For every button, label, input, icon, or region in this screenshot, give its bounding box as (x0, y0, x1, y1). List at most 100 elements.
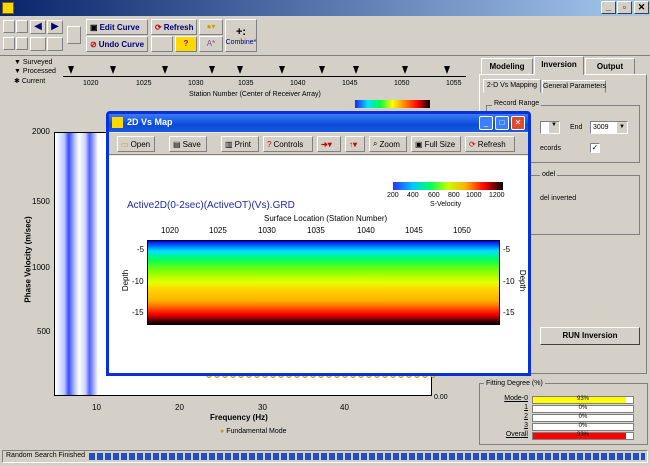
progress-segment (145, 453, 151, 460)
progress-segment (193, 453, 199, 460)
subtab-general-parameters[interactable]: General Parameters (542, 80, 606, 93)
progress-segment (401, 453, 407, 460)
station-marker (402, 66, 408, 74)
dialog-controls-button[interactable]: ? Controls (263, 136, 313, 152)
station-marker (353, 66, 359, 74)
run-inversion-button[interactable]: RUN Inversion (540, 327, 640, 345)
dialog-title: 2D Vs Map (127, 117, 173, 127)
progress-segment (545, 453, 551, 460)
progress-segment (121, 453, 127, 460)
bulb-button[interactable]: ●▾ (199, 19, 223, 35)
dialog-open-button[interactable]: ▭ Open (117, 136, 155, 152)
progress-segment (433, 453, 439, 460)
progress-segment (185, 453, 191, 460)
station-marker (237, 66, 243, 74)
main-ytick-1500: 1500 (32, 197, 50, 206)
progress-segment (337, 453, 343, 460)
progress-segment (361, 453, 367, 460)
undo-curve-label: Undo Curve (98, 39, 145, 49)
progress-segment (369, 453, 375, 460)
fitting-degree-title: Fitting Degree (%) (484, 380, 545, 387)
close-button[interactable]: ✕ (634, 1, 649, 14)
station-marker (68, 66, 74, 74)
dialog-maximize-button[interactable]: □ (495, 116, 509, 130)
edit-curve-button[interactable]: ▣ Edit Curve (86, 19, 148, 35)
progress-segment (465, 453, 471, 460)
station-marker (279, 66, 285, 74)
station-tick-1030: 1030 (188, 80, 204, 87)
tab-inversion[interactable]: Inversion (534, 56, 584, 75)
progress-segment (201, 453, 207, 460)
progress-segment (273, 453, 279, 460)
progress-segment (161, 453, 167, 460)
dialog-arrow-right-button[interactable]: ➜▾ (317, 136, 341, 152)
undo-curve-button[interactable]: ⊘ Undo Curve (86, 36, 148, 52)
progress-segment (505, 453, 511, 460)
vs-ytick-left-5: -5 (137, 245, 145, 254)
main-ytick-1000: 1000 (32, 263, 50, 272)
fitting-bar: 0% (532, 405, 634, 413)
fitting-value: 0% (578, 405, 588, 411)
save-icon: ▤ (173, 139, 181, 149)
progress-segment (537, 453, 543, 460)
station-tick-1020: 1020 (83, 80, 99, 87)
minimize-button[interactable]: _ (601, 1, 616, 14)
vs-xtick-1035: 1035 (307, 226, 325, 235)
nav-forward-button[interactable] (47, 37, 63, 51)
end-dropdown[interactable]: 3009 ▼ (590, 121, 628, 134)
status-text: Random Search Finished (6, 452, 85, 459)
dialog-zoom-button[interactable]: ⌕ Zoom (369, 136, 407, 152)
chevron-down-icon: ▼ (617, 122, 627, 133)
progress-segment (225, 453, 231, 460)
colorbar-tick-1200: 1200 (489, 192, 505, 199)
dialog-minimize-button[interactable]: _ (479, 116, 493, 130)
nav-small-button-4[interactable] (16, 37, 28, 50)
station-marker (444, 66, 450, 74)
subtab-vs-mapping[interactable]: 2-D Vs Mapping (483, 79, 541, 93)
status-bar: Random Search Finished (2, 450, 648, 463)
nav-small-button-2[interactable] (3, 37, 15, 50)
controls-icon: ? (267, 139, 272, 149)
station-axis-line (63, 76, 466, 77)
legend-processed: ▼ Processed (14, 68, 56, 75)
arrow-left-button[interactable]: ◀ (30, 20, 46, 34)
dialog-refresh-button[interactable]: ⟳ Refresh (465, 136, 515, 152)
main-right-tick: 0.00 (434, 394, 448, 401)
nav-back-button[interactable] (30, 37, 46, 51)
tab-output[interactable]: Output (585, 58, 635, 75)
refresh-button[interactable]: ⟳ Refresh (151, 19, 197, 35)
progress-segment (385, 453, 391, 460)
dialog-save-button[interactable]: ▤ Save (169, 136, 207, 152)
grd-file-title: Active2D(0-2sec)(ActiveOT)(Vs).GRD (127, 200, 295, 211)
nav-small-button-1[interactable] (3, 20, 15, 33)
dialog-full-size-button[interactable]: ▣ Full Size (411, 136, 461, 152)
fitting-label-mode-0: Mode-0 (504, 395, 528, 402)
top-colorbar (355, 100, 430, 108)
progress-segment (577, 453, 583, 460)
nav-small-button-3[interactable] (16, 20, 28, 33)
vs-xtick-1030: 1030 (258, 226, 276, 235)
maximize-button[interactable]: ▫ (617, 1, 632, 14)
dialog-arrow-up-button[interactable]: ↑▾ (345, 136, 365, 152)
vs-map-section (147, 240, 500, 325)
dialog-close-button[interactable]: ✕ (511, 116, 525, 130)
legend-current: ✱ Current (14, 78, 46, 85)
progress-segment (425, 453, 431, 460)
start-dropdown[interactable]: ▼ (540, 121, 560, 134)
progress-segment (241, 453, 247, 460)
progress-segment (409, 453, 415, 460)
help-button[interactable]: ? (175, 36, 197, 52)
progress-segment (89, 453, 95, 460)
records-checkbox[interactable]: ✓ (590, 143, 600, 153)
pin-button[interactable] (67, 26, 81, 44)
tool-button-a[interactable] (151, 36, 173, 52)
combine-button[interactable]: +: Combine* (225, 19, 257, 52)
ai-button[interactable]: A* (199, 36, 223, 52)
progress-segment (129, 453, 135, 460)
arrow-right-button[interactable]: ▶ (47, 20, 63, 34)
progress-segment (377, 453, 383, 460)
edit-curve-icon: ▣ (90, 22, 98, 32)
tab-modeling[interactable]: Modeling (481, 58, 533, 75)
dialog-print-button[interactable]: ▥ Print (221, 136, 259, 152)
progress-segment (265, 453, 271, 460)
